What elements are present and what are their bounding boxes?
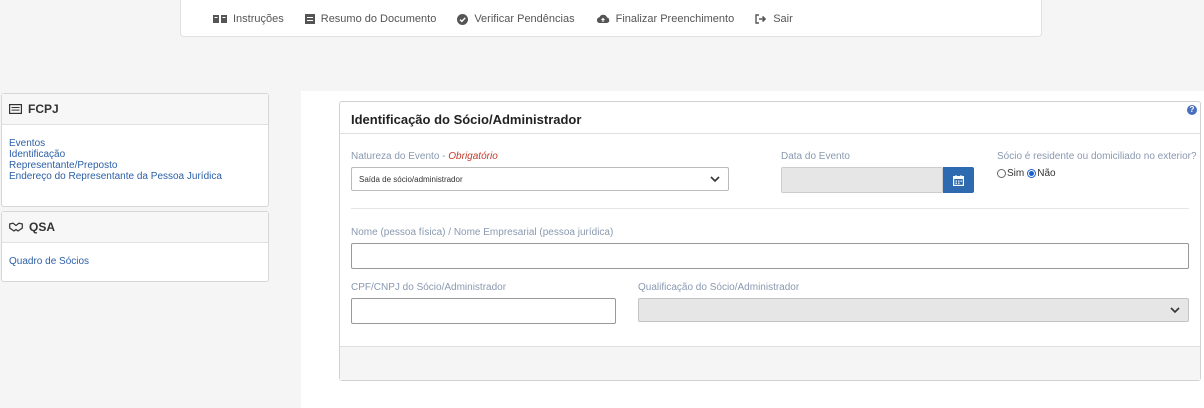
list-alt-icon: [9, 104, 22, 114]
resumo-documento-button[interactable]: Resumo do Documento: [304, 13, 437, 25]
radio-sim-label: Sim: [1007, 168, 1025, 179]
sair-button[interactable]: Sair: [755, 13, 793, 25]
cloud-upload-icon: [596, 14, 609, 23]
sair-label: Sair: [773, 13, 793, 25]
header-divider: [340, 133, 1200, 134]
finalizar-preenchimento-button[interactable]: Finalizar Preenchimento: [596, 13, 735, 25]
nome-label: Nome (pessoa física) / Nome Empresarial …: [351, 227, 614, 238]
chevron-down-icon: [710, 176, 720, 183]
qualificacao-label: Qualificação do Sócio/Administrador: [638, 282, 800, 293]
radio-nao[interactable]: [1027, 169, 1037, 178]
chevron-down-icon: [1170, 307, 1180, 314]
calendar-icon: [953, 174, 964, 186]
qsa-title: QSA: [29, 220, 56, 234]
resumo-documento-label: Resumo do Documento: [320, 13, 437, 25]
verificar-pendencias-button[interactable]: Verificar Pendências: [457, 13, 575, 25]
form-title: Identificação do Sócio/Administrador: [351, 112, 582, 127]
socio-form-card: Identificação do Sócio/Administrador ? N…: [339, 101, 1201, 381]
book-icon: [213, 15, 227, 23]
sidebar-link-identificacao[interactable]: Identificação: [9, 149, 261, 160]
help-icon[interactable]: ?: [1187, 105, 1197, 115]
natureza-evento-select[interactable]: Saída de sócio/administrador: [351, 167, 729, 191]
data-evento-input: [781, 167, 943, 193]
form-footer: [340, 346, 1200, 380]
residente-exterior-label: Sócio é residente ou domiciliado no exte…: [997, 151, 1197, 162]
qsa-panel-header: QSA: [2, 212, 268, 243]
radio-sim[interactable]: [997, 169, 1006, 178]
sidebar-link-representante[interactable]: Representante/Preposto: [9, 160, 261, 171]
natureza-label: Natureza do Evento - Obrigatório: [351, 151, 498, 162]
sidebar-link-eventos[interactable]: Eventos: [9, 138, 261, 149]
data-evento-label: Data do Evento: [781, 151, 850, 162]
sidebar-link-quadro-socios[interactable]: Quadro de Sócios: [9, 256, 261, 267]
radio-nao-label: Não: [1037, 168, 1056, 179]
cpf-cnpj-input[interactable]: [351, 298, 616, 324]
handshake-icon: [9, 222, 23, 232]
qualificacao-select[interactable]: [638, 298, 1189, 322]
fcpj-title: FCPJ: [28, 102, 59, 116]
form-divider: [351, 208, 1189, 209]
verificar-pendencias-label: Verificar Pendências: [474, 13, 575, 25]
list-icon: [304, 14, 315, 24]
sidebar-link-endereco-representante[interactable]: Endereço do Representante da Pessoa Jurí…: [9, 171, 261, 182]
nome-input[interactable]: [351, 243, 1189, 269]
finalizar-preenchimento-label: Finalizar Preenchimento: [615, 13, 735, 25]
instrucoes-label: Instruções: [233, 13, 284, 25]
cpf-cnpj-label: CPF/CNPJ do Sócio/Administrador: [351, 282, 507, 293]
fcpj-panel: FCPJ Eventos Identificação Representante…: [1, 93, 269, 207]
calendar-button[interactable]: [943, 167, 974, 193]
natureza-value: Saída de sócio/administrador: [359, 174, 463, 184]
check-circle-icon: [457, 13, 469, 25]
required-indicator: Obrigatório: [448, 151, 498, 162]
instrucoes-button[interactable]: Instruções: [213, 13, 284, 25]
residente-radio-group: Sim Não: [997, 168, 1056, 179]
top-navigation: Instruções Resumo do Documento Verificar…: [213, 13, 793, 25]
qsa-panel: QSA Quadro de Sócios: [1, 211, 269, 282]
sign-out-icon: [755, 14, 767, 24]
fcpj-panel-header: FCPJ: [2, 94, 268, 125]
